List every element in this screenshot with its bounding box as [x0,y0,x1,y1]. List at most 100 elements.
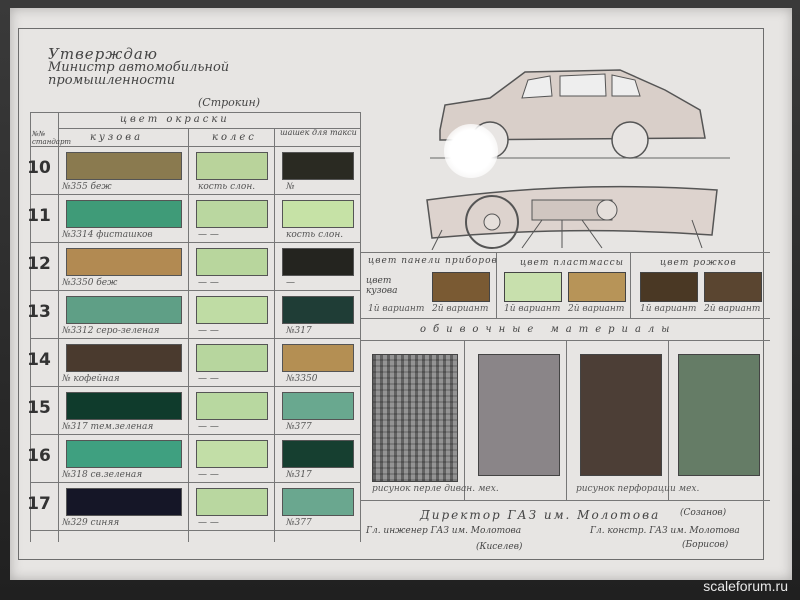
horn-variant2-swatch [704,272,762,302]
table-header-bottom-line [30,146,360,147]
taxi-color-swatch [282,152,354,180]
fabric-sample-2 [478,354,560,476]
body-color-caption: №318 св.зеленая [62,470,143,480]
row-divider [30,338,360,339]
table-col-line [188,128,189,542]
horn-header: цвет рожков [660,258,737,268]
wheel-color-caption: — — [198,326,219,336]
wheel-color-swatch [196,296,268,324]
row-divider [30,482,360,483]
taxi-color-caption: №3350 [286,374,318,384]
row-number: 11 [27,206,51,226]
variant2-label: 2й вариант [704,304,761,314]
variant1-label: 1й вариант [368,304,425,314]
taxi-color-caption: №317 [286,326,312,336]
fabric-1-caption: рисунок перле диван. мех. [372,484,499,494]
body-color-swatch [66,440,182,468]
table-col-line [274,128,275,542]
wheel-color-swatch [196,200,268,228]
taxi-color-swatch [282,248,354,276]
wheel-color-swatch [196,248,268,276]
interior-bottom-line [360,318,770,319]
taxi-color-swatch [282,296,354,324]
wheels-header: колес [212,132,257,143]
taxi-color-caption: — [286,278,295,288]
row-divider [30,290,360,291]
body-color-label: цвет кузова [366,276,398,296]
table-col-line [58,112,59,542]
row-divider [30,530,360,531]
wheel-color-swatch [196,152,268,180]
fabric-sample-4 [678,354,760,476]
taxi-color-swatch [282,200,354,228]
wheel-color-swatch [196,344,268,372]
wheel-color-swatch [196,392,268,420]
fabric-sample-3 [580,354,662,476]
taxi-color-swatch [282,344,354,372]
wheel-color-swatch [196,440,268,468]
table-top-line [30,112,360,113]
body-header: кузова [90,132,144,143]
taxi-color-caption: кость слон. [286,230,344,240]
row-divider [30,194,360,195]
taxi-color-caption: №377 [286,422,312,432]
row-divider [30,434,360,435]
approval-block: Утверждаю Министр автомобильной промышле… [48,47,260,110]
body-color-caption: №329 синяя [62,518,120,528]
watermark-text: scaleforum.ru [703,578,788,594]
body-color-swatch [66,248,182,276]
row-number: 16 [27,446,51,466]
taxi-color-swatch [282,488,354,516]
body-color-caption: № кофейная [62,374,120,384]
fabric-sample-1 [372,354,458,482]
upholstery-col-line [566,340,567,500]
body-color-caption: №317 тем.зеленая [62,422,154,432]
body-color-caption: №355 беж [62,182,112,192]
body-color-swatch [66,296,182,324]
upholstery-col-line [464,340,465,500]
wheel-color-caption: — — [198,278,219,288]
approval-line3: промышленности [48,73,176,88]
approval-signature: (Строкин) [198,96,260,109]
wheel-color-swatch [196,488,268,516]
upholstery-top-line [360,340,770,341]
row-number: 15 [27,398,51,418]
taxi-color-caption: №377 [286,518,312,528]
taxi-color-swatch [282,392,354,420]
taxi-color-caption: № [286,182,295,192]
body-color-caption: №3312 серо-зеленая [62,326,160,336]
row-number: 10 [27,158,51,178]
row-number: 17 [27,494,51,514]
row-number: 14 [27,350,51,370]
body-color-caption: №3350 беж [62,278,118,288]
designer-title: Гл. констр. ГАЗ им. Молотова [590,526,740,536]
camera-flash-glare [444,124,498,178]
dash-color-swatch [432,272,490,302]
body-color-swatch [66,344,182,372]
row-label-header: №№ стандарт [32,130,72,146]
taxi-header: шашек для такси [280,128,357,137]
wheel-color-caption: — — [198,230,219,240]
row-divider [30,242,360,243]
variant2-label: 2й вариант [432,304,489,314]
paint-color-header: цвет окраски [120,114,230,125]
wheel-color-caption: — — [198,518,219,528]
row-number: 12 [27,254,51,274]
body-color-swatch [66,488,182,516]
interior-col-line [630,252,631,318]
upholstery-col-line [668,340,669,500]
body-color-caption: №3314 фисташков [62,230,153,240]
body-color-swatch [66,392,182,420]
table-col-line [360,112,361,542]
upholstery-bottom-line [360,500,770,501]
variant1-label: 1й вариант [640,304,697,314]
row-number: 13 [27,302,51,322]
engineer-title: Гл. инженер ГАЗ им. Молотова [366,526,522,536]
engineer-name: (Киселев) [476,542,523,552]
variant1-label: 1й вариант [504,304,561,314]
plastic-variant1-swatch [504,272,562,302]
variant2-label: 2й вариант [568,304,625,314]
fabric-3-caption: рисунок перфорации мех. [576,484,700,494]
dash-panel-header: цвет панели приборов [368,256,498,266]
wheel-color-caption: кость слон. [198,182,256,192]
